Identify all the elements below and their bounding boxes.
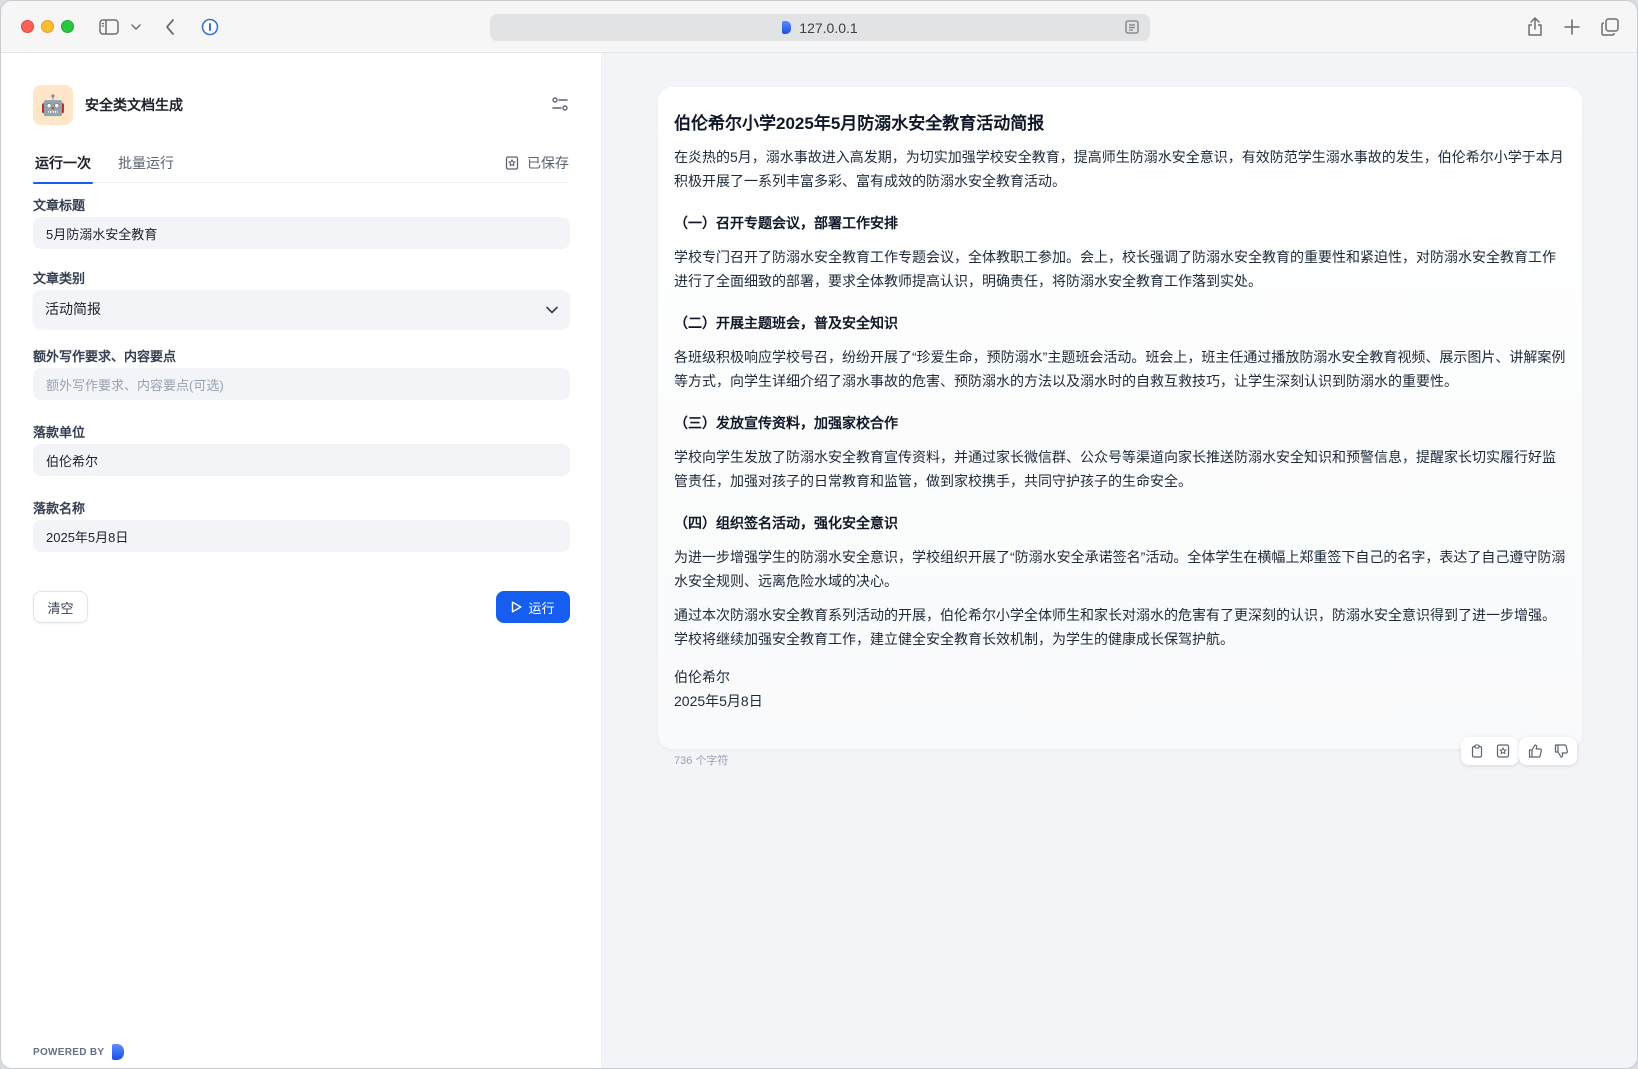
extra-requirements-input[interactable]: 额外写作要求、内容要点(可选) xyxy=(33,368,570,400)
save-result-button[interactable] xyxy=(1491,739,1515,763)
app-header: 🤖 安全类文档生成 xyxy=(33,85,569,125)
reader-mode-icon[interactable] xyxy=(1124,19,1140,38)
signature-name-input[interactable]: 2025年5月8日 xyxy=(33,520,570,552)
dify-logo-icon xyxy=(112,1044,125,1060)
section-heading: （三）发放宣传资料，加强家校合作 xyxy=(674,415,898,431)
site-favicon-icon xyxy=(782,21,792,34)
address-bar[interactable]: 127.0.0.1 xyxy=(490,14,1150,41)
category-select[interactable]: 活动简报 xyxy=(33,290,570,328)
clear-button[interactable]: 清空 xyxy=(33,591,88,623)
saved-label: 已保存 xyxy=(527,155,569,171)
powered-by-footer: POWERED BY xyxy=(33,1044,125,1060)
minimize-window-button[interactable] xyxy=(41,20,54,33)
document-title: 伯伦希尔小学2025年5月防溺水安全教育活动简报 xyxy=(674,114,1045,133)
document-intro: 在炎热的5月，溺水事故进入高发期，为切实加强学校安全教育，提高师生防溺水安全意识… xyxy=(674,149,1564,189)
chevron-down-icon[interactable] xyxy=(129,15,143,39)
category-label: 文章类别 xyxy=(33,271,86,286)
tab-overview-icon[interactable] xyxy=(1599,15,1621,39)
run-button[interactable]: 运行 xyxy=(496,591,570,623)
app-title: 安全类文档生成 xyxy=(85,97,183,113)
new-tab-icon[interactable] xyxy=(1562,15,1582,39)
document-signature: 伯伦希尔 2025年5月8日 xyxy=(674,665,1566,713)
browser-window: 127.0.0.1 🤖 安全类文档生成 运行一次 批量运行 已保存 文章标题 5… xyxy=(0,0,1638,1069)
settings-sliders-icon[interactable] xyxy=(551,95,569,118)
feedback-actions xyxy=(1519,737,1577,765)
title-input[interactable]: 5月防溺水安全教育 xyxy=(33,217,570,249)
clipboard-icon xyxy=(1471,744,1483,758)
back-icon[interactable] xyxy=(161,15,179,39)
result-card: 伯伦希尔小学2025年5月防溺水安全教育活动简报 在炎热的5月，溺水事故进入高发… xyxy=(658,87,1582,749)
thumbs-up-icon xyxy=(1528,744,1542,758)
section-heading: （一）召开专题会议，部署工作安排 xyxy=(674,215,898,231)
zoom-window-button[interactable] xyxy=(61,20,74,33)
thumbs-down-button[interactable] xyxy=(1549,739,1573,763)
section-body: 为进一步增强学生的防溺水安全意识，学校组织开展了“防溺水安全承诺签名”活动。全体… xyxy=(674,549,1566,589)
share-icon[interactable] xyxy=(1525,15,1545,39)
sidebar-toggle-icon[interactable] xyxy=(98,15,120,39)
document-conclusion: 通过本次防溺水安全教育系列活动的开展，伯伦希尔小学全体师生和家长对溺水的危害有了… xyxy=(674,607,1556,647)
signature-name-label: 落款名称 xyxy=(33,501,86,516)
bookmark-icon xyxy=(505,156,519,170)
thumbs-down-icon xyxy=(1554,744,1568,758)
url-text: 127.0.0.1 xyxy=(799,19,858,36)
password-manager-icon[interactable] xyxy=(200,15,220,39)
signature-unit-label: 落款单位 xyxy=(33,425,86,440)
saved-button[interactable]: 已保存 xyxy=(505,153,569,173)
app-avatar: 🤖 xyxy=(33,85,73,125)
bookmark-icon xyxy=(1496,744,1510,758)
copy-save-actions xyxy=(1461,737,1519,765)
copy-button[interactable] xyxy=(1465,739,1489,763)
signature-date: 2025年5月8日 xyxy=(674,693,763,709)
run-mode-tabs: 运行一次 批量运行 已保存 xyxy=(33,145,569,184)
input-panel: 🤖 安全类文档生成 运行一次 批量运行 已保存 文章标题 5月防溺水安全教育 文… xyxy=(1,53,602,1068)
section-body: 学校向学生发放了防溺水安全教育宣传资料，并通过家长微信群、公众号等渠道向家长推送… xyxy=(674,449,1556,489)
close-window-button[interactable] xyxy=(21,20,34,33)
section-heading: （四）组织签名活动，强化安全意识 xyxy=(674,515,898,531)
thumbs-up-button[interactable] xyxy=(1523,739,1547,763)
character-count: 736 个字符 xyxy=(674,755,729,767)
result-panel: 伯伦希尔小学2025年5月防溺水安全教育活动简报 在炎热的5月，溺水事故进入高发… xyxy=(602,53,1637,1068)
tab-batch-run[interactable]: 批量运行 xyxy=(118,145,174,183)
signature-unit-input[interactable]: 伯伦希尔 xyxy=(33,444,570,476)
tab-run-once[interactable]: 运行一次 xyxy=(33,145,93,184)
play-icon xyxy=(512,601,522,613)
browser-toolbar: 127.0.0.1 xyxy=(1,1,1637,53)
signature-unit: 伯伦希尔 xyxy=(674,669,730,685)
section-body: 各班级积极响应学校号召，纷纷开展了“珍爱生命，预防溺水”主题班会活动。班会上，班… xyxy=(674,349,1566,389)
category-selected-value: 活动简报 xyxy=(45,301,101,317)
run-button-label: 运行 xyxy=(528,600,555,616)
chevron-down-icon xyxy=(546,301,558,317)
extra-requirements-label: 额外写作要求、内容要点 xyxy=(33,349,177,364)
powered-by-text: POWERED BY xyxy=(33,1046,105,1058)
section-body: 学校专门召开了防溺水安全教育工作专题会议，全体教职工参加。会上，校长强调了防溺水… xyxy=(674,249,1556,289)
section-heading: （二）开展主题班会，普及安全知识 xyxy=(674,315,898,331)
title-label: 文章标题 xyxy=(33,198,86,213)
